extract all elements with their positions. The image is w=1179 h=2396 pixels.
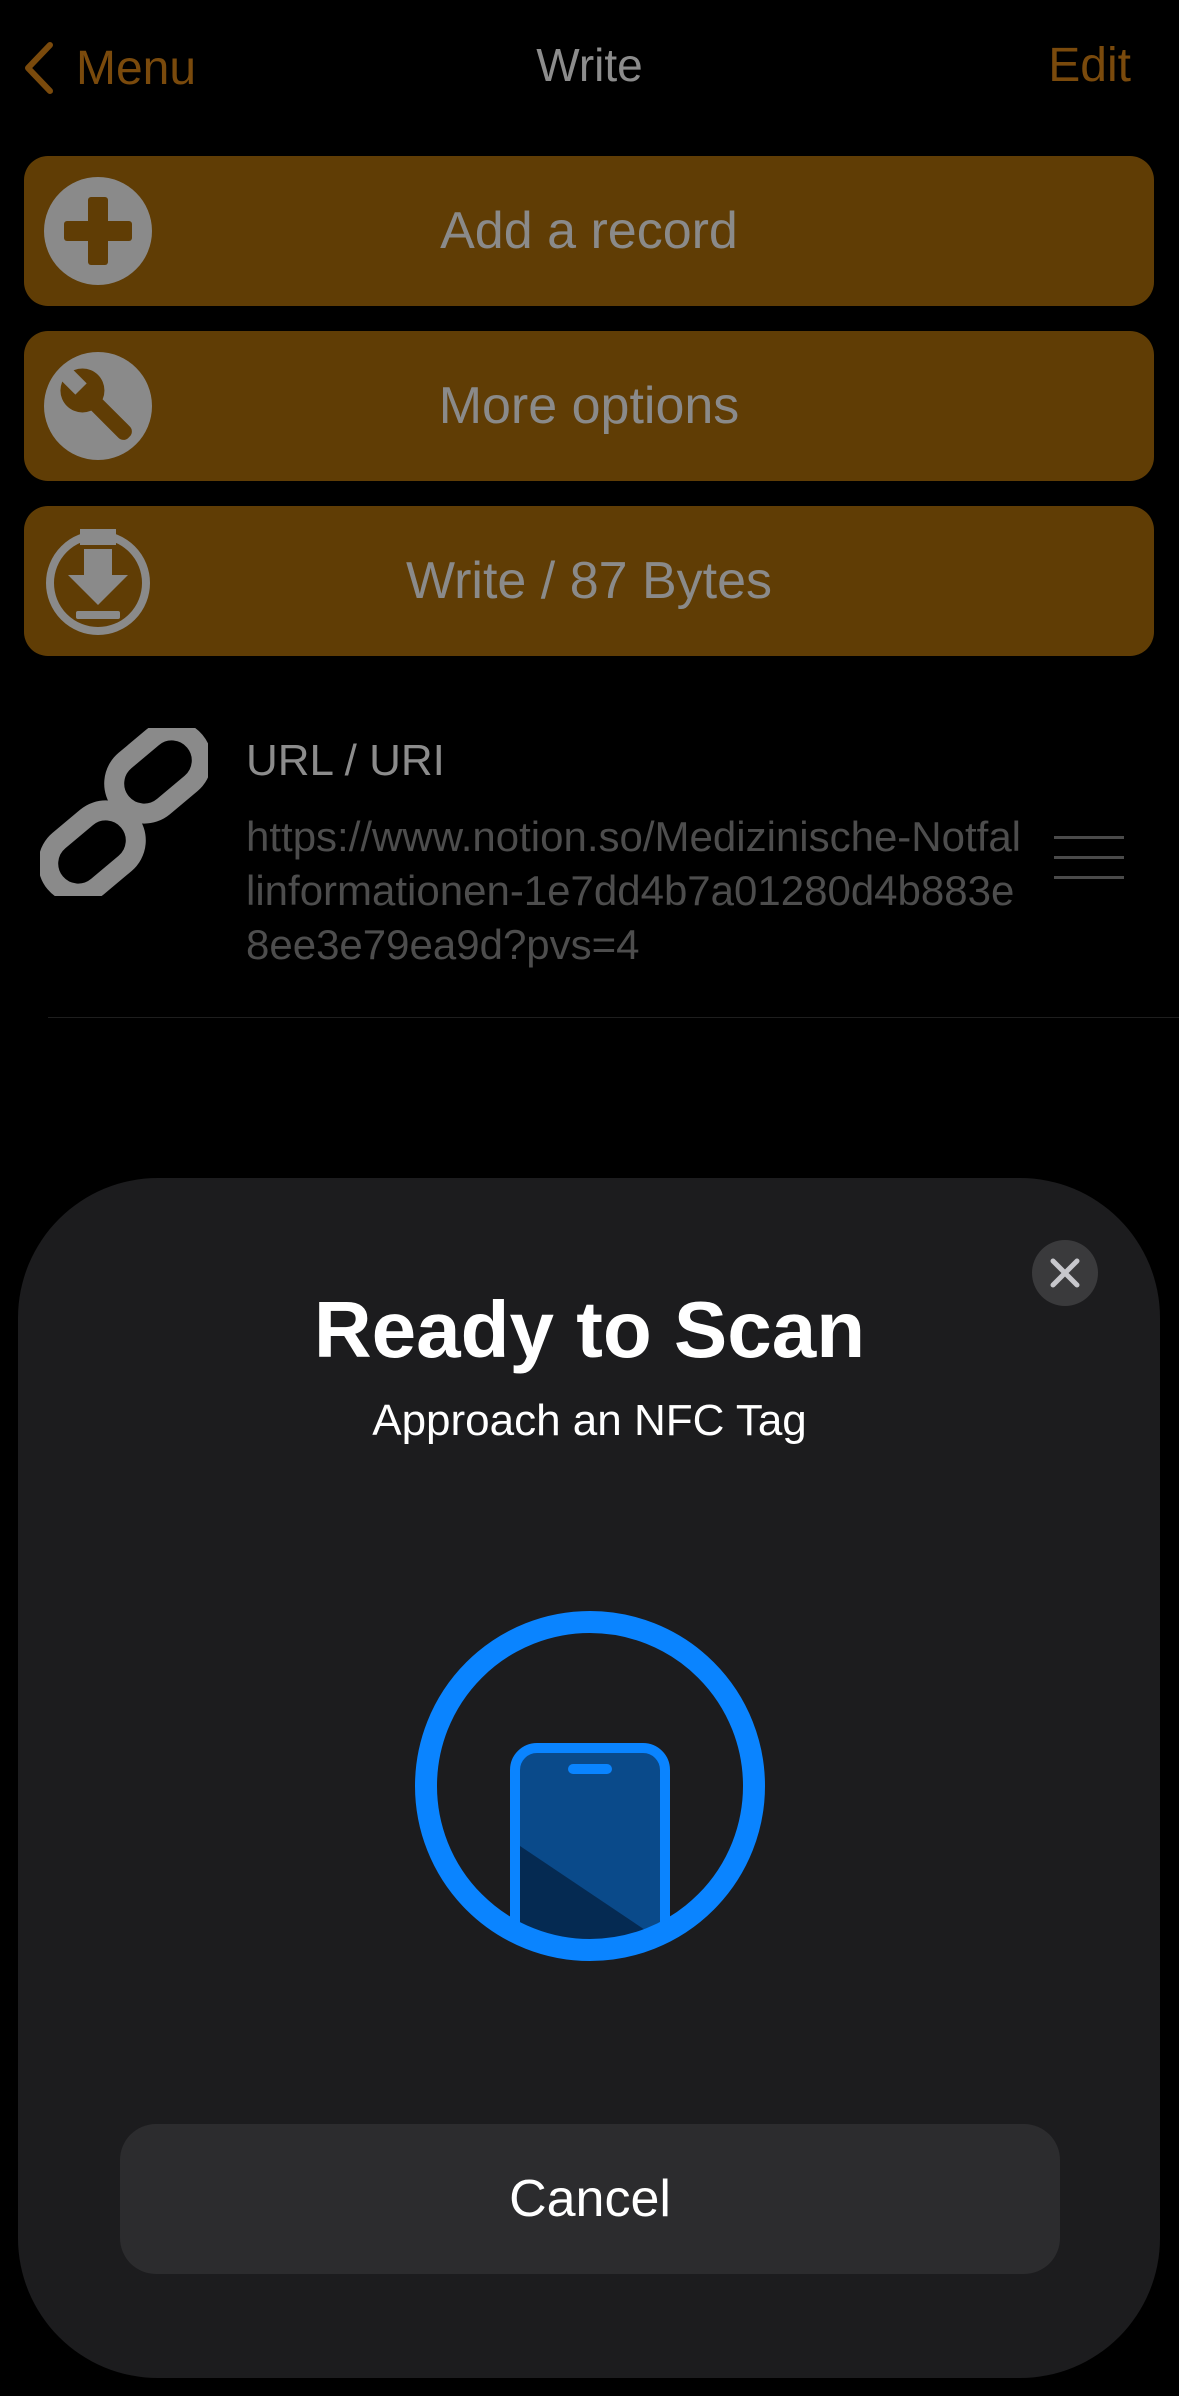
plus-circle-icon	[44, 177, 152, 285]
more-options-label: More options	[438, 377, 740, 435]
download-circle-icon	[46, 529, 150, 635]
sheet-subtitle: Approach an NFC Tag	[372, 1396, 807, 1445]
row-divider	[48, 1017, 1179, 1018]
phone-scan-icon	[415, 1611, 765, 1961]
record-type-label: URL / URI	[246, 736, 445, 785]
reorder-handle-icon[interactable]	[1054, 836, 1124, 880]
page-title: Write	[536, 39, 643, 91]
cancel-button[interactable]: Cancel	[120, 2124, 1060, 2274]
write-button[interactable]: Write / 87 Bytes	[24, 506, 1154, 656]
record-row-url[interactable]: URL / URI https://www.notion.so/Medizini…	[0, 700, 1179, 1020]
navigation-bar: Menu Write Edit	[0, 0, 1179, 140]
link-icon	[40, 728, 208, 896]
add-record-button[interactable]: Add a record	[24, 156, 1154, 306]
add-record-label: Add a record	[440, 202, 738, 260]
sheet-title: Ready to Scan	[313, 1285, 866, 1374]
write-label: Write / 87 Bytes	[405, 552, 773, 610]
edit-button[interactable]: Edit	[1048, 38, 1131, 93]
record-url-value: https://www.notion.so/Medizinische-Notfa…	[246, 813, 1022, 968]
more-options-button[interactable]: More options	[24, 331, 1154, 481]
wrench-icon	[44, 352, 152, 460]
